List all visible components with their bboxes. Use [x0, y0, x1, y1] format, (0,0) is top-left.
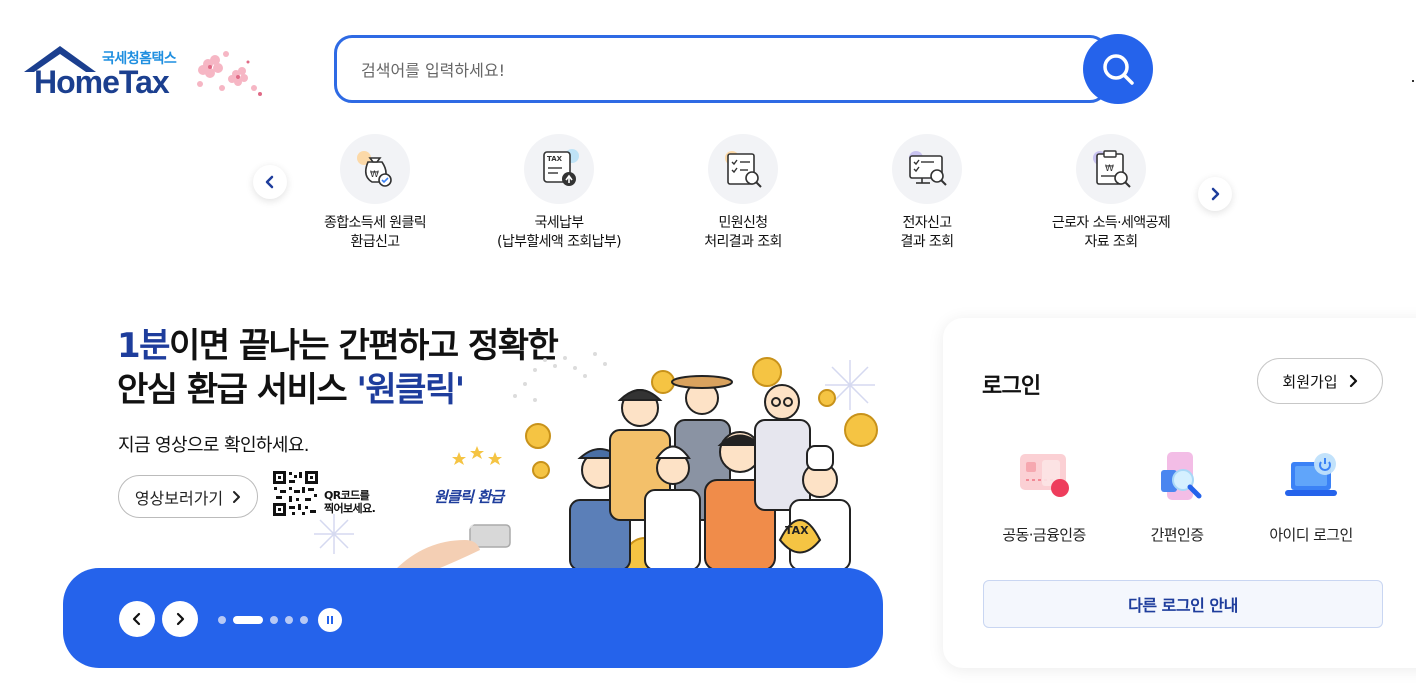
chevron-left-icon [265, 175, 274, 189]
certificate-card-icon [1020, 454, 1069, 497]
banner-next-button[interactable] [162, 601, 198, 637]
slide-dot-1[interactable] [218, 616, 226, 624]
quick-menu-label: 전자신고 [902, 215, 952, 231]
slide-dot-2-active[interactable] [233, 616, 263, 624]
login-option-label: 아이디 로그인 [1269, 526, 1353, 544]
chevron-left-icon [132, 612, 141, 626]
quick-menu-label: 환급신고 [350, 234, 400, 250]
edge-marker [1412, 80, 1414, 82]
quick-menu-item-deduction[interactable]: ₩ 근로자 소득·세액공제자료 조회 [1016, 134, 1206, 252]
banner-pause-button[interactable] [318, 608, 342, 632]
svg-text:TAX: TAX [785, 524, 809, 537]
refund-bag-icon: ₩ [340, 134, 410, 204]
qr-code-icon [272, 470, 319, 517]
join-button[interactable]: 회원가입 [1257, 358, 1383, 404]
slide-dot-3[interactable] [270, 616, 278, 624]
search-box [334, 35, 1108, 103]
clipboard-search-icon: ₩ [1076, 134, 1146, 204]
banner-subtitle: 지금 영상으로 확인하세요. [118, 435, 310, 456]
other-login-guide-button[interactable]: 다른 로그인 안내 [983, 580, 1383, 628]
search-input[interactable] [361, 56, 1061, 84]
quick-menu-item-civil-request[interactable]: 민원신청처리결과 조회 [648, 134, 838, 252]
tax-upload-icon: TAX [524, 134, 594, 204]
snowflake-icon [314, 514, 354, 554]
quick-menu-label: 처리결과 조회 [704, 234, 782, 250]
pause-icon [331, 616, 333, 624]
checklist-search-icon [708, 134, 778, 204]
laptop-power-icon [1285, 453, 1337, 496]
hometax-logo[interactable]: 국세청홈택스 HomeTax [22, 44, 272, 100]
quick-menu-item-refund[interactable]: ₩ 종합소득세 원클릭환급신고 [280, 134, 470, 252]
chevron-right-icon [1211, 187, 1220, 201]
svg-text:₩: ₩ [370, 170, 379, 180]
login-option-certificate[interactable]: 공동·금융인증 [979, 450, 1109, 545]
slide-dot-5[interactable] [300, 616, 308, 624]
monitor-search-icon [892, 134, 962, 204]
oneclick-refund-label: 원클릭 환급 [434, 488, 504, 506]
join-button-label: 회원가입 [1282, 372, 1338, 391]
login-option-id[interactable]: 아이디 로그인 [1246, 450, 1376, 545]
watch-video-button[interactable]: 영상보러가기 [118, 475, 258, 518]
quick-menu-item-e-filing[interactable]: 전자신고결과 조회 [832, 134, 1022, 252]
quick-menu-label: 종합소득세 원클릭 [323, 215, 427, 231]
blossom-icon [197, 51, 262, 96]
quick-menu-label: 자료 조회 [1084, 234, 1139, 250]
svg-text:TAX: TAX [547, 155, 563, 163]
qr-caption-line: QR코드를 [324, 489, 370, 502]
logo-wordmark: HomeTax [34, 64, 170, 100]
watch-video-label: 영상보러가기 [134, 488, 224, 508]
banner-title-line2: 안심 환급 서비스 [117, 370, 357, 410]
login-option-label: 간편인증 [1150, 526, 1204, 544]
quick-menu-label: 국세납부 [534, 215, 584, 231]
phone-search-icon [1161, 452, 1202, 500]
banner-title-highlight: 1분 [117, 326, 170, 366]
quick-menu-label: 민원신청 [718, 215, 768, 231]
chevron-right-icon [233, 490, 241, 503]
quick-menu-label: 근로자 소득·세액공제 [1051, 215, 1171, 231]
quick-menu-item-tax-payment[interactable]: TAX 국세납부 (납부할세액 조회납부) [464, 134, 654, 252]
banner-prev-button[interactable] [119, 601, 155, 637]
search-button[interactable] [1083, 34, 1153, 104]
login-title: 로그인 [982, 374, 1041, 399]
quick-menu-label: (납부할세액 조회납부) [496, 234, 622, 250]
login-option-simple[interactable]: 간편인증 [1112, 450, 1242, 545]
quick-menu-label: 결과 조회 [900, 234, 955, 250]
chevron-right-icon [1349, 374, 1357, 388]
chevron-right-icon [176, 612, 185, 626]
svg-text:₩: ₩ [1105, 164, 1114, 174]
slide-dot-4[interactable] [285, 616, 293, 624]
workers-illustration: TAX [395, 352, 878, 570]
login-option-label: 공동·금융인증 [1002, 526, 1086, 544]
search-icon [1103, 54, 1134, 85]
pause-icon [327, 616, 329, 624]
